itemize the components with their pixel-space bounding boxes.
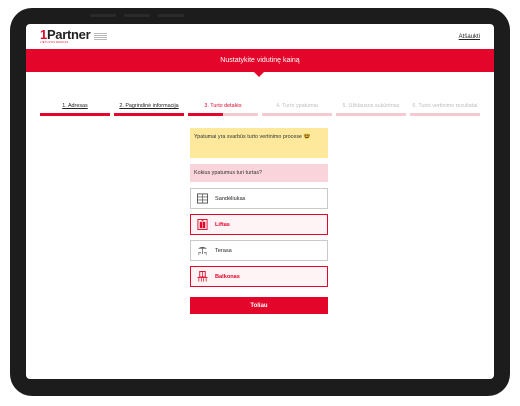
option-storage[interactable]: Sandėliukas <box>190 188 328 209</box>
logo-wordmark: 1Partner <box>40 26 91 42</box>
step-property-features: 4. Turto ypatumai <box>262 92 332 116</box>
step-label: 2. Pagrindinė informacija <box>119 103 179 109</box>
step-progress-bar <box>336 113 406 116</box>
option-label: Sandėliukas <box>215 195 246 202</box>
question-label: Kokius ypatumus turi turtas? <box>190 164 328 182</box>
step-property-details[interactable]: 3. Turto detalės <box>188 92 258 116</box>
balcony-icon <box>197 271 208 282</box>
tablet-button <box>158 14 184 17</box>
option-elevator[interactable]: Liftas <box>190 214 328 235</box>
step-label: 4. Turto ypatumai <box>276 103 318 109</box>
option-label: Balkonas <box>215 273 240 280</box>
title-banner: Nustatykite vidutinę kainą <box>26 49 494 72</box>
next-button[interactable]: Toliau <box>190 297 328 314</box>
option-balcony[interactable]: Balkonas <box>190 266 328 287</box>
logo-tagline <box>94 33 108 40</box>
option-label: Liftas <box>215 221 230 228</box>
step-basic-info[interactable]: 2. Pagrindinė informacija <box>114 92 184 116</box>
step-valuation-results: 6. Turto vertinimo rezultatai <box>410 92 480 116</box>
step-progress-bar <box>410 113 480 116</box>
page-title: Nustatykite vidutinę kainą <box>220 57 300 64</box>
step-progress-bar <box>188 113 258 116</box>
top-bar: 1Partner LIETUVOS BANKAS Atšaukti <box>26 24 494 49</box>
step-request-creation: 5. Užklausos sukūrimas <box>336 92 406 116</box>
step-progress-bar <box>262 113 332 116</box>
terrace-icon <box>197 246 208 256</box>
step-label: 3. Turto detalės <box>204 103 242 109</box>
step-label: 5. Užklausos sukūrimas <box>342 103 400 109</box>
features-form: Ypatumai yra svarbūs turto vertinimo pro… <box>190 128 328 314</box>
partner-logo[interactable]: 1Partner LIETUVOS BANKAS <box>40 26 108 45</box>
step-progress-bar <box>114 113 184 116</box>
logo-subtitle: LIETUVOS BANKAS <box>40 40 69 44</box>
step-progress-bar <box>40 113 110 116</box>
banner-pointer <box>254 72 264 77</box>
step-label: 6. Turto vertinimo rezultatai <box>412 103 478 109</box>
tablet-button <box>124 14 150 17</box>
step-address[interactable]: 1. Adresas <box>40 92 110 116</box>
option-label: Terasa <box>215 247 232 254</box>
progress-steps: 1. Adresas 2. Pagrindinė informacija 3. … <box>40 92 481 116</box>
option-terrace[interactable]: Terasa <box>190 240 328 261</box>
tablet-button <box>90 14 116 17</box>
app-screen: 1Partner LIETUVOS BANKAS Atšaukti Nustat… <box>26 24 494 379</box>
step-label: 1. Adresas <box>62 103 88 109</box>
storage-icon <box>197 193 208 204</box>
cancel-link[interactable]: Atšaukti <box>459 34 480 40</box>
elevator-icon <box>197 219 208 230</box>
info-notice: Ypatumai yra svarbūs turto vertinimo pro… <box>190 128 328 158</box>
